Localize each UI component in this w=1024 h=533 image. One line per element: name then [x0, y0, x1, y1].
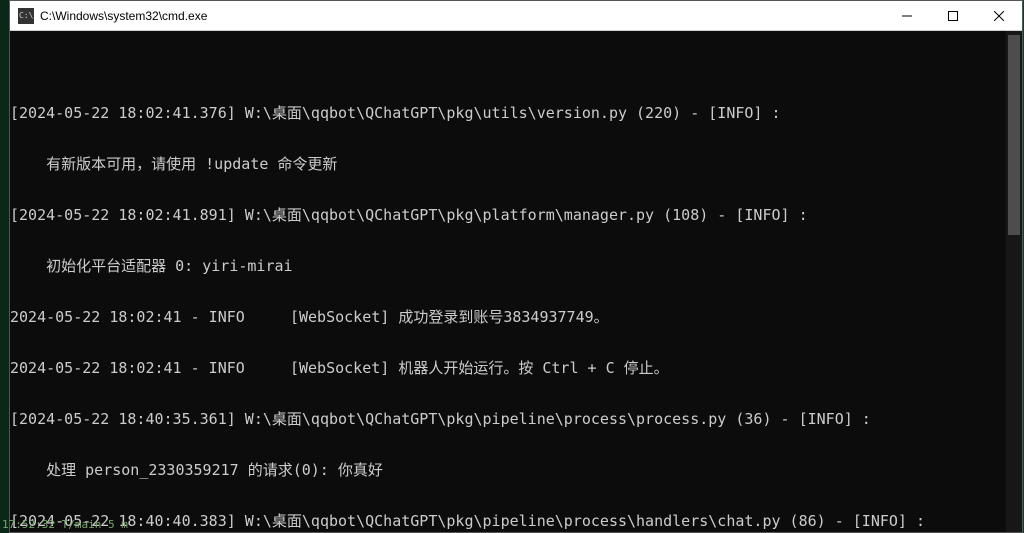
minimize-icon — [902, 11, 912, 21]
close-icon — [994, 11, 1004, 21]
cmd-app-icon — [18, 8, 34, 24]
terminal-lines: [2024-05-22 18:02:41.376] W:\桌面\qqbot\QC… — [10, 71, 1022, 532]
close-button[interactable] — [976, 1, 1022, 30]
terminal-line: [2024-05-22 18:40:35.361] W:\桌面\qqbot\QC… — [10, 411, 1022, 428]
terminal-line: [2024-05-22 18:02:41.376] W:\桌面\qqbot\QC… — [10, 105, 1022, 122]
terminal-line: [2024-05-22 18:02:41.891] W:\桌面\qqbot\QC… — [10, 207, 1022, 224]
terminal-line: 初始化平台适配器 0: yiri-mirai — [10, 258, 1022, 275]
desktop-background-strip — [0, 0, 9, 533]
terminal-line: 2024-05-22 18:02:41 - INFO [WebSocket] 机… — [10, 360, 1022, 377]
terminal-line: 处理 person_2330359217 的请求(0): 你真好 — [10, 462, 1022, 479]
window-titlebar[interactable]: C:\Windows\system32\cmd.exe — [10, 1, 1022, 31]
cmd-window: C:\Windows\system32\cmd.exe [2024-05-22 … — [9, 0, 1023, 533]
maximize-icon — [948, 11, 958, 21]
terminal-output[interactable]: [2024-05-22 18:02:41.376] W:\桌面\qqbot\QC… — [10, 31, 1022, 532]
terminal-scrollbar[interactable] — [1006, 31, 1022, 532]
minimize-button[interactable] — [884, 1, 930, 30]
desktop-bottom-hint: 17:52:32 T/main 5 m — [0, 517, 1024, 533]
maximize-button[interactable] — [930, 1, 976, 30]
window-title: C:\Windows\system32\cmd.exe — [40, 9, 884, 23]
scrollbar-thumb[interactable] — [1008, 35, 1020, 235]
terminal-line: 有新版本可用，请使用 !update 命令更新 — [10, 156, 1022, 173]
window-controls — [884, 1, 1022, 30]
terminal-line: 2024-05-22 18:02:41 - INFO [WebSocket] 成… — [10, 309, 1022, 326]
